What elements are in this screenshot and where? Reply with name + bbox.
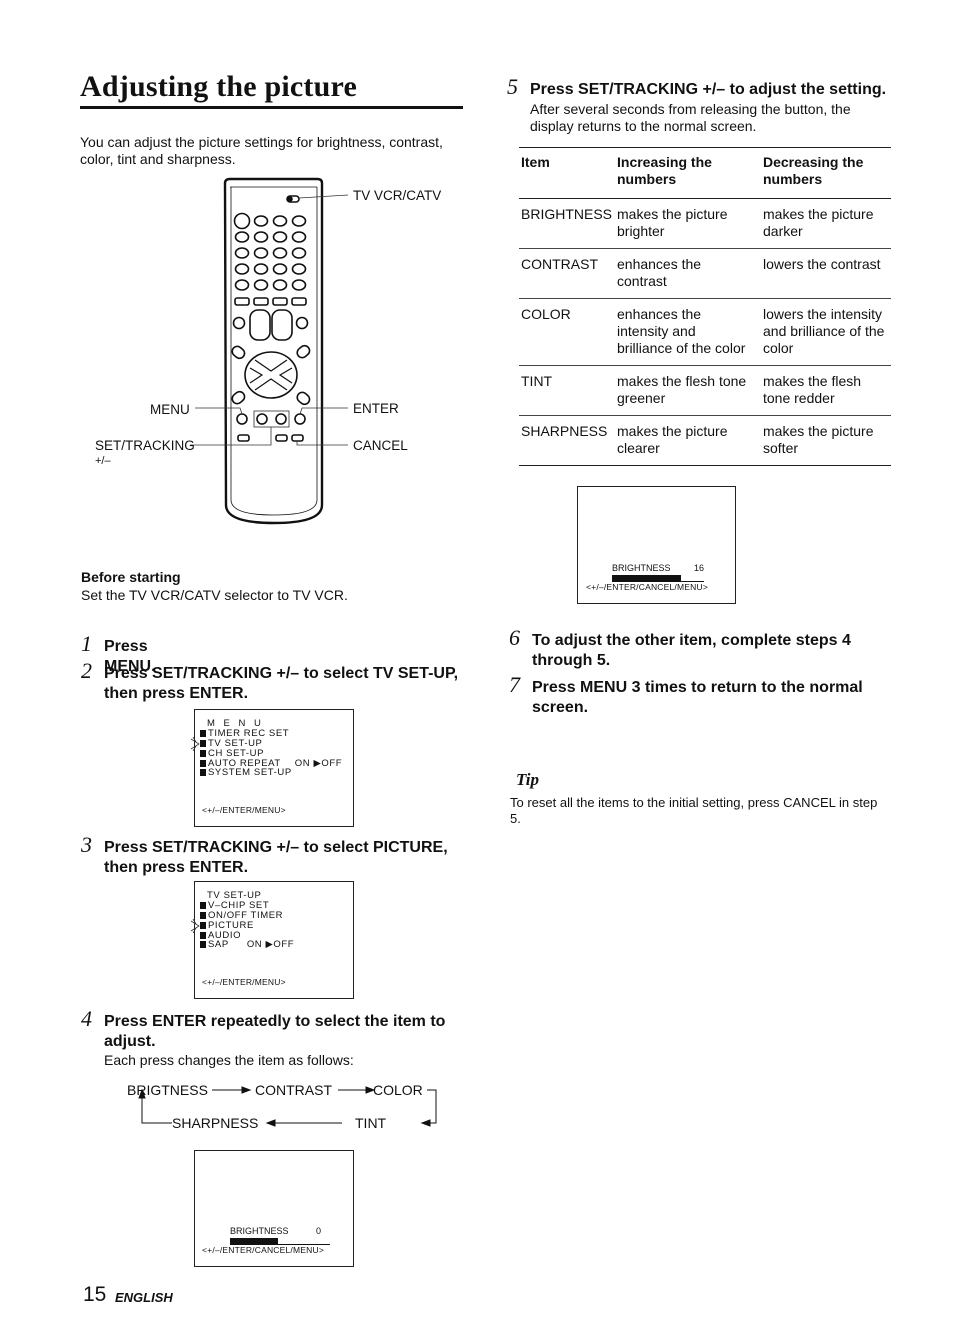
step-number: 7 <box>509 672 520 697</box>
step-text-line2: adjust. <box>104 1033 156 1050</box>
table-header-item: Item <box>519 147 615 199</box>
osd-brightness-label: BRIGHTNESS <box>612 563 671 573</box>
osd-footer: <+/–/ENTER/CANCEL/MENU> <box>202 1245 324 1256</box>
tip-heading: Tip <box>516 770 539 789</box>
table-cell-decreasing: makes the picture softer <box>761 415 891 466</box>
brightness-slider-fill <box>612 575 681 581</box>
step-text-line2: screen. <box>532 699 589 716</box>
osd-menu-screen: M E N U TIMER REC SET TV SET-UP CH SET-U… <box>191 709 354 827</box>
tip-text: To reset all the items to the initial se… <box>510 795 878 826</box>
osd-brightness-screen-adjusted: BRIGHTNESS 16 <+/–/ENTER/CANCEL/MENU> <box>577 486 736 604</box>
table-cell-decreasing: lowers the intensity and brilliance of th… <box>761 298 891 366</box>
picture-settings-table: Item Increasing the numbers Decreasing th… <box>519 147 891 466</box>
step-2: 2 Press SET/TRACKING +/– to select TV SE… <box>81 658 471 704</box>
step-7: 7 Press MENU 3 times to return to the no… <box>509 672 899 718</box>
osd-menu-item: SAP ON ▶OFF <box>200 940 294 950</box>
step-text-line2: then press ENTER. <box>104 685 249 702</box>
step-text-line2: then press ENTER. <box>104 859 249 876</box>
callout-set-tracking: SET/TRACKING <box>95 438 195 453</box>
callout-tv-vcr-catv: TV VCR/CATV <box>353 188 442 203</box>
callout-enter: ENTER <box>353 401 399 416</box>
remote-body <box>223 177 324 525</box>
step-text-line1: To adjust the other item, complete steps… <box>532 632 851 649</box>
step-number: 6 <box>509 625 520 650</box>
step-subtext: Each press changes the item as follows: <box>104 1052 354 1068</box>
cycle-arrows <box>138 1086 437 1127</box>
osd-brightness-value: 16 <box>694 563 705 573</box>
page-number: 15 <box>83 1283 107 1306</box>
osd-menu-item: SYSTEM SET-UP <box>200 768 292 778</box>
step-subtext-line2: display returns to the normal screen. <box>530 118 757 134</box>
step-text: Press SET/TRACKING +/– to adjust the set… <box>530 81 887 98</box>
step-number: 3 <box>81 832 92 857</box>
table-row: COLOR enhances the intensity and brilliance… <box>519 298 891 366</box>
callout-set-tracking-sub: +/– <box>95 455 111 467</box>
table-cell-item: CONTRAST <box>519 248 615 299</box>
page-title: Adjusting the picture <box>80 70 357 103</box>
osd-footer: <+/–/ENTER/MENU> <box>202 805 286 816</box>
table-cell-decreasing: lowers the contrast <box>761 248 891 299</box>
step-4: 4 Press ENTER repeatedly to select the i… <box>81 1006 471 1072</box>
step-subtext-line1: After several seconds from releasing the… <box>530 101 851 117</box>
table-cell-decreasing: makes the flesh tone redder <box>761 365 891 416</box>
before-starting-heading: Before starting <box>81 569 181 585</box>
before-starting-text: Set the TV VCR/CATV selector to TV VCR. <box>81 587 348 603</box>
osd-footer: <+/–/ENTER/MENU> <box>202 977 286 988</box>
osd-brightness-screen-initial: BRIGHTNESS 0 <+/–/ENTER/CANCEL/MENU> <box>194 1150 354 1267</box>
table-cell-decreasing: makes the picture darker <box>761 198 891 249</box>
table-cell-increasing: makes the flesh tone greener <box>615 365 761 416</box>
table-row: TINT makes the flesh tone greener makes the… <box>519 365 891 416</box>
osd-footer: <+/–/ENTER/CANCEL/MENU> <box>586 582 708 593</box>
table-header-decreasing: Decreasing the numbers <box>761 147 891 199</box>
step-5: 5 Press SET/TRACKING +/– to adjust the s… <box>507 74 897 102</box>
table-header-row: Item Increasing the numbers Decreasing th… <box>519 147 891 199</box>
menu-button <box>236 413 248 425</box>
enter-button <box>294 413 306 425</box>
table-row: CONTRAST enhances the contrast lowers the c… <box>519 248 891 299</box>
step-number: 4 <box>81 1006 92 1031</box>
step-text-line1: Press ENTER repeatedly to select the ite… <box>104 1013 446 1030</box>
table-header-increasing: Increasing the numbers <box>615 147 761 199</box>
step-number: 2 <box>81 658 92 683</box>
step-number: 5 <box>507 74 518 99</box>
step-text-line1: Press MENU 3 times to return to the norm… <box>532 679 863 696</box>
table-row: SHARPNESS makes the picture clearer makes t… <box>519 415 891 466</box>
callout-menu: MENU <box>150 402 190 417</box>
intro-text: You can adjust the picture settings for … <box>80 134 443 167</box>
osd-brightness-label: BRIGHTNESS <box>230 1226 289 1236</box>
table-cell-item: TINT <box>519 365 615 416</box>
table-cell-increasing: enhances the intensity and brilliance of t… <box>615 298 761 366</box>
brightness-slider-fill <box>230 1238 278 1244</box>
table-cell-increasing: makes the picture clearer <box>615 415 761 466</box>
callout-cancel: CANCEL <box>353 438 408 453</box>
step-text-line2: through 5. <box>532 652 611 669</box>
cancel-button <box>291 434 304 442</box>
table-row: BRIGHTNESS makes the picture brighter makes… <box>519 198 891 249</box>
step-text-line1: Press SET/TRACKING +/– to select PICTURE… <box>104 839 448 856</box>
osd-tv-setup-screen: TV SET-UP V–CHIP SET ON/OFF TIMER PICTUR… <box>191 881 354 999</box>
table-cell-item: SHARPNESS <box>519 415 615 466</box>
step-6: 6 To adjust the other item, complete ste… <box>509 625 899 671</box>
step-3: 3 Press SET/TRACKING +/– to select PICTU… <box>81 832 471 878</box>
direction-pad <box>244 351 298 399</box>
title-rule <box>80 106 463 109</box>
osd-brightness-value: 0 <box>316 1226 322 1236</box>
remote-control-illustration <box>190 177 349 525</box>
table-cell-item: COLOR <box>519 298 615 366</box>
step-5-subtext: After several seconds from releasing the… <box>530 101 890 135</box>
table-cell-increasing: enhances the contrast <box>615 248 761 299</box>
step-number: 1 <box>81 631 92 656</box>
table-cell-item: BRIGHTNESS <box>519 198 615 249</box>
step-text-line1: Press SET/TRACKING +/– to select TV SET-… <box>104 665 459 682</box>
table-cell-increasing: makes the picture brighter <box>615 198 761 249</box>
page-language: ENGLISH <box>115 1290 173 1305</box>
number-buttons <box>233 212 307 291</box>
